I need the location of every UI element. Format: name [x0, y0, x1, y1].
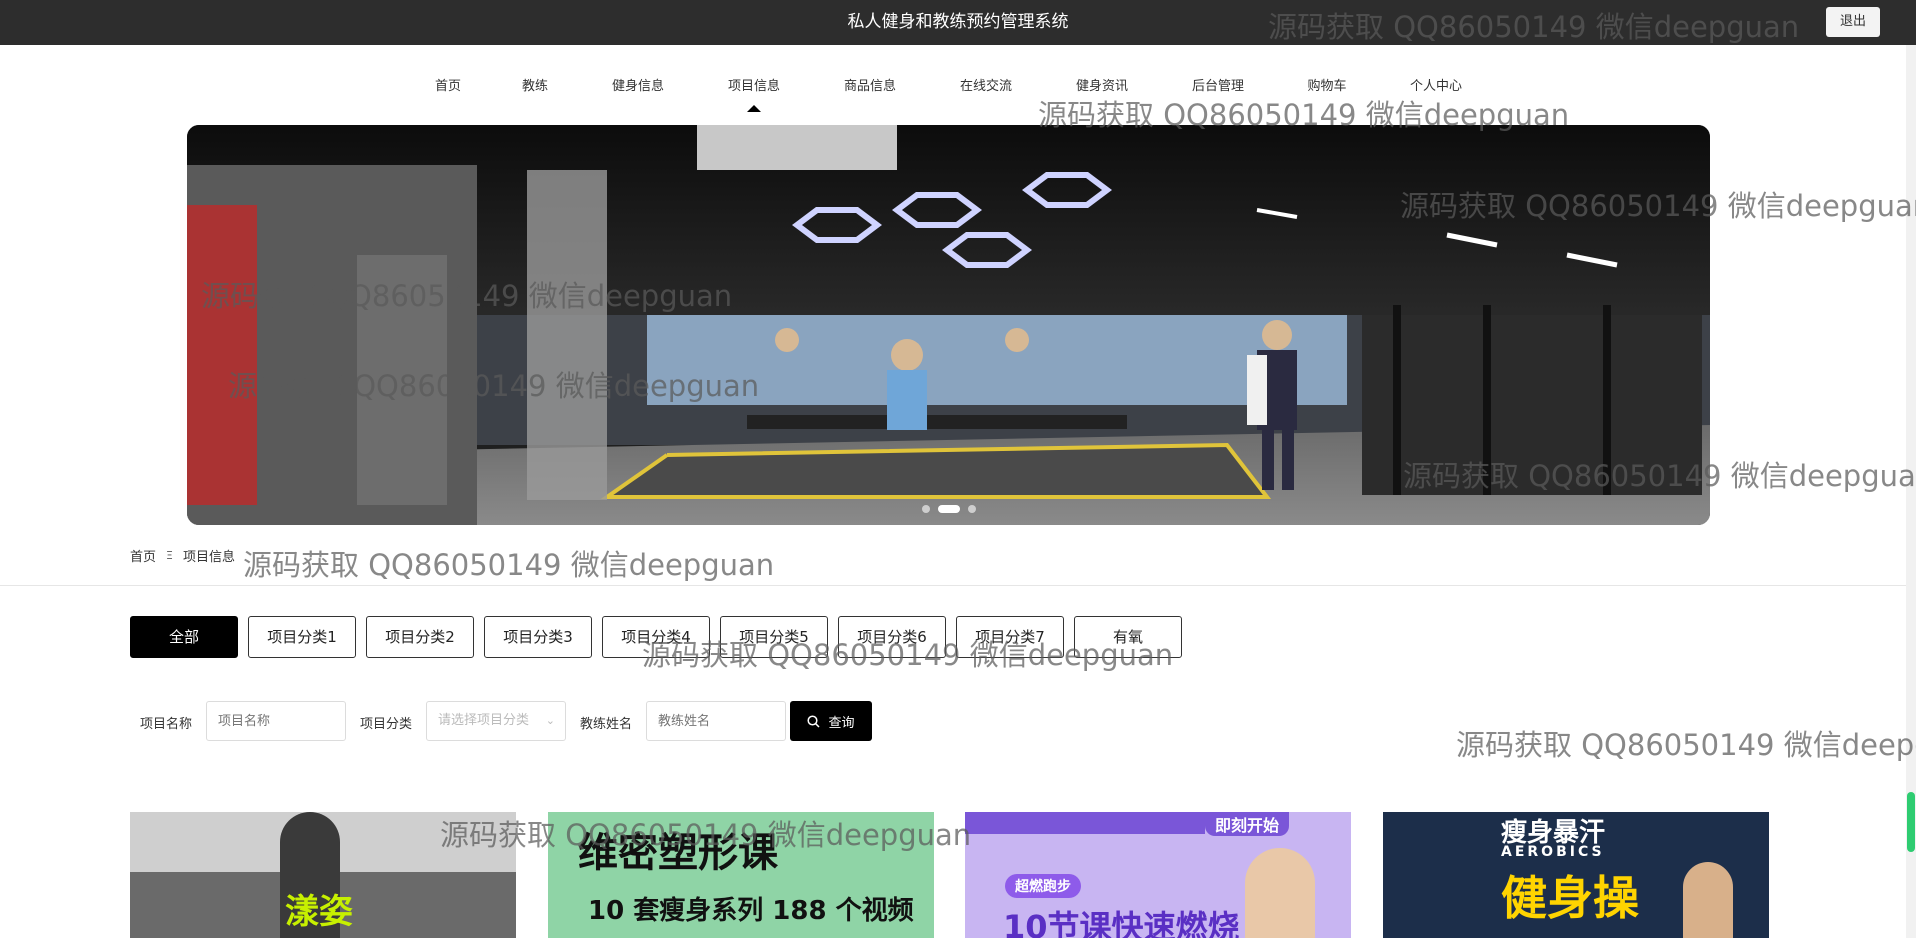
carousel-dot[interactable]: [921, 505, 930, 513]
card-title: 维密塑形课: [578, 830, 778, 876]
card-figure: [1683, 862, 1733, 938]
project-category-select[interactable]: 请选择项目分类 ⌄: [426, 701, 566, 741]
nav-item-admin[interactable]: 后台管理: [1192, 75, 1244, 94]
chevron-down-icon: ⌄: [545, 714, 555, 727]
card-figure: [1245, 848, 1315, 938]
category-button-2[interactable]: 项目分类2: [366, 616, 474, 658]
divider: [0, 585, 1916, 586]
card-top-label: 即刻开始: [1205, 812, 1290, 836]
card-title: 健身操: [1501, 871, 1639, 925]
project-card[interactable]: 即刻开始 超燃跑步 10节课快速燃烧: [965, 812, 1351, 938]
breadcrumb-separator: Ξ: [166, 549, 173, 562]
nav-item-project-info[interactable]: 项目信息: [728, 75, 780, 94]
nav-item-cart[interactable]: 购物车: [1307, 75, 1346, 94]
category-button-aerobic[interactable]: 有氧: [1074, 616, 1182, 658]
card-title: 10节课快速燃烧: [1003, 908, 1240, 938]
project-category-label: 项目分类: [360, 717, 413, 732]
breadcrumb: 首页 Ξ 项目信息: [130, 546, 235, 565]
nav-item-home[interactable]: 首页: [435, 75, 461, 94]
card-tag: 超燃跑步: [1005, 874, 1081, 898]
category-button-3[interactable]: 项目分类3: [484, 616, 592, 658]
card-subtitle: 10 套瘦身系列 188 个视频: [588, 896, 914, 926]
search-button-label: 查询: [828, 715, 855, 731]
nav-item-coach[interactable]: 教练: [522, 75, 548, 94]
coach-name-label: 教练姓名: [580, 717, 633, 732]
carousel-dot[interactable]: [967, 505, 976, 513]
watermark: 源码获取 QQ86050149 微信deepguan: [1456, 728, 1916, 762]
search-icon: [807, 714, 821, 728]
scrollbar-thumb[interactable]: [1907, 792, 1915, 852]
banner-carousel[interactable]: [187, 125, 1710, 525]
top-bar: 私人健身和教练预约管理系统 退出: [0, 0, 1916, 45]
project-card[interactable]: 维密塑形课 10 套瘦身系列 188 个视频: [548, 812, 934, 938]
breadcrumb-current: 项目信息: [182, 550, 235, 565]
category-button-4[interactable]: 项目分类4: [602, 616, 710, 658]
nav-item-online-chat[interactable]: 在线交流: [960, 75, 1012, 94]
project-card[interactable]: 漾姿: [130, 812, 516, 938]
nav-item-fitness-news[interactable]: 健身资讯: [1076, 75, 1128, 94]
category-button-1[interactable]: 项目分类1: [248, 616, 356, 658]
nav-item-profile[interactable]: 个人中心: [1410, 75, 1462, 94]
carousel-dot-active[interactable]: [937, 505, 960, 513]
project-card[interactable]: 瘦身暴汗 AEROBICS 健身操: [1383, 812, 1769, 938]
project-name-input[interactable]: [206, 701, 346, 741]
nav-active-indicator: [747, 105, 761, 112]
coach-name-input[interactable]: [646, 701, 786, 741]
main-nav: 首页 教练 健身信息 项目信息 商品信息 在线交流 健身资讯 后台管理 购物车 …: [0, 45, 1916, 125]
card-title: 漾姿: [285, 892, 353, 932]
nav-item-fitness-info[interactable]: 健身信息: [612, 75, 664, 94]
logout-button[interactable]: 退出: [1826, 7, 1880, 37]
category-all-button[interactable]: 全部: [130, 616, 238, 658]
app-title: 私人健身和教练预约管理系统: [847, 12, 1069, 32]
project-name-label: 项目名称: [140, 717, 193, 732]
carousel-indicators[interactable]: [921, 505, 976, 513]
card-header-band: [965, 812, 1205, 834]
nav-item-product-info[interactable]: 商品信息: [844, 75, 896, 94]
category-button-7[interactable]: 项目分类7: [956, 616, 1064, 658]
category-button-6[interactable]: 项目分类6: [838, 616, 946, 658]
card-en-subtitle: AEROBICS: [1501, 844, 1605, 860]
search-button[interactable]: 查询: [790, 701, 872, 741]
banner-image: [187, 125, 1710, 525]
breadcrumb-home[interactable]: 首页: [130, 546, 156, 565]
category-button-5[interactable]: 项目分类5: [720, 616, 828, 658]
watermark: 源码获取 QQ86050149 微信deepguan: [243, 548, 775, 582]
category-select-placeholder: 请选择项目分类: [438, 713, 530, 728]
